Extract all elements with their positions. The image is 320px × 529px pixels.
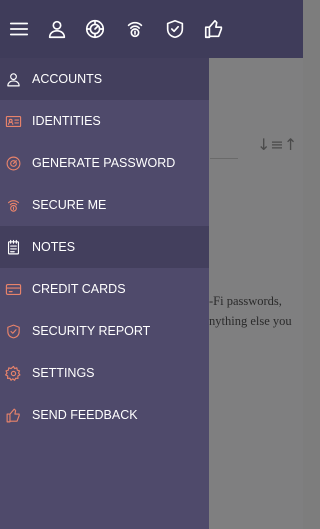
search-field-underline <box>210 158 238 159</box>
shield-check-icon <box>4 320 22 342</box>
dial-icon <box>4 152 22 174</box>
dial-icon[interactable] <box>80 14 110 44</box>
menu-item-label: NOTES <box>32 240 76 254</box>
thumbs-up-icon <box>4 404 22 426</box>
menu-item-label: IDENTITIES <box>32 114 101 128</box>
menu-item-send-feedback[interactable]: SEND FEEDBACK <box>0 394 209 436</box>
thumbs-up-icon[interactable] <box>199 14 229 44</box>
menu-item-label: SEND FEEDBACK <box>32 408 138 422</box>
menu-icon[interactable] <box>4 14 34 44</box>
navigation-drawer: ACCOUNTS IDENTITIES GENERATE PASSWORD SE… <box>0 58 209 529</box>
menu-item-label: CREDIT CARDS <box>32 282 126 296</box>
top-toolbar <box>0 0 303 58</box>
sort-icon[interactable]: ↓≡↑ <box>257 134 297 156</box>
menu-item-notes[interactable]: NOTES <box>0 226 209 268</box>
id-card-icon <box>4 110 22 132</box>
menu-item-security-report[interactable]: SECURITY REPORT <box>0 310 209 352</box>
notes-empty-text-line-2: nything else you <box>209 314 292 328</box>
menu-item-credit-cards[interactable]: CREDIT CARDS <box>0 268 209 310</box>
credit-card-icon <box>4 278 22 300</box>
shield-check-icon[interactable] <box>160 14 190 44</box>
gear-icon <box>4 362 22 384</box>
menu-item-label: SETTINGS <box>32 366 95 380</box>
notepad-icon <box>4 236 22 258</box>
menu-item-accounts[interactable]: ACCOUNTS <box>0 58 209 100</box>
user-icon <box>4 68 22 90</box>
menu-item-label: SECURITY REPORT <box>32 324 151 338</box>
menu-item-label: SECURE ME <box>32 198 107 212</box>
user-icon[interactable] <box>42 14 72 44</box>
menu-item-label: ACCOUNTS <box>32 72 103 86</box>
shield-signal-icon[interactable] <box>120 14 150 44</box>
menu-item-label: GENERATE PASSWORD <box>32 156 176 170</box>
menu-item-generate-password[interactable]: GENERATE PASSWORD <box>0 142 209 184</box>
shield-signal-icon <box>4 194 22 216</box>
menu-item-identities[interactable]: IDENTITIES <box>0 100 209 142</box>
notes-empty-text-line-1: -Fi passwords, <box>209 294 282 308</box>
menu-item-settings[interactable]: SETTINGS <box>0 352 209 394</box>
menu-item-secure-me[interactable]: SECURE ME <box>0 184 209 226</box>
